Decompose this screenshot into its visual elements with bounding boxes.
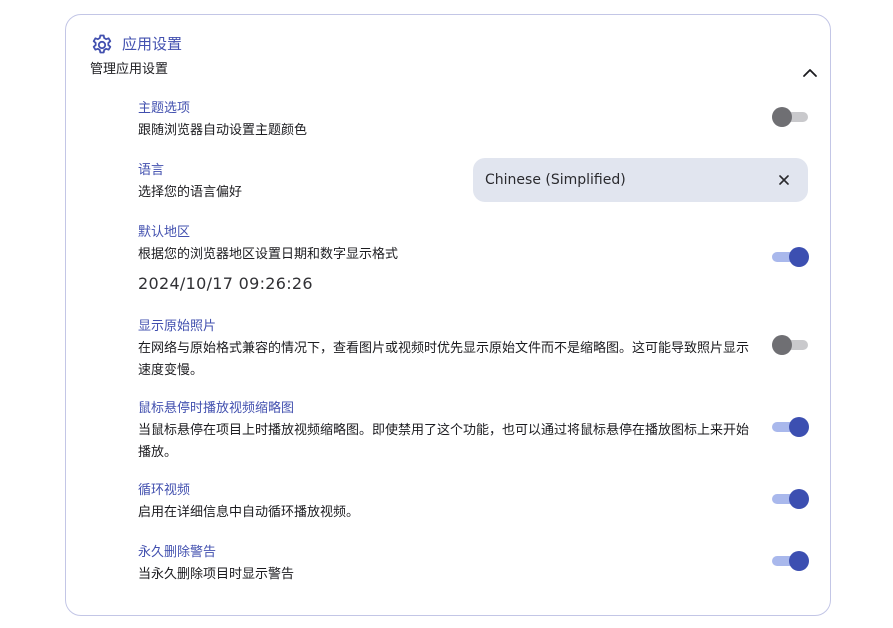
toggle-thumb [789, 551, 809, 571]
language-setting-title: 语言 [138, 163, 165, 178]
delete-warning-toggle[interactable] [772, 550, 809, 572]
locale-setting-title: 默认地区 [138, 225, 191, 240]
locale-date-example: 2024/10/17 09:26:26 [138, 274, 313, 293]
theme-setting-desc: 跟随浏览器自动设置主题颜色 [138, 123, 308, 138]
language-select[interactable]: Chinese (Simplified) [473, 158, 808, 202]
close-icon [779, 175, 789, 185]
hover-play-setting-desc: 当鼠标悬停在项目上时播放视频缩略图。即使禁用了这个功能，也可以通过将鼠标悬停在播… [138, 423, 750, 460]
locale-toggle[interactable] [772, 246, 809, 268]
toggle-thumb [789, 417, 809, 437]
theme-toggle[interactable] [772, 106, 808, 128]
app-settings-card: 应用设置 管理应用设置 主题选项 跟随浏览器自动设置主题颜色 语言 选择您的语言… [65, 14, 831, 616]
gear-icon [92, 34, 112, 54]
theme-setting-title: 主题选项 [138, 101, 191, 116]
chevron-up-icon [803, 69, 817, 77]
original-photos-setting-desc: 在网络与原始格式兼容的情况下，查看图片或视频时优先显示原始文件而不是缩略图。这可… [138, 341, 750, 378]
toggle-thumb [789, 489, 809, 509]
hover-play-setting-title: 鼠标悬停时播放视频缩略图 [138, 401, 295, 416]
toggle-thumb [789, 247, 809, 267]
toggle-thumb [772, 335, 792, 355]
original-photos-setting-title: 显示原始照片 [138, 319, 217, 334]
loop-video-setting-desc: 启用在详细信息中自动循环播放视频。 [138, 505, 360, 520]
loop-video-setting-title: 循环视频 [138, 483, 191, 498]
hover-play-toggle[interactable] [772, 416, 809, 438]
card-subtitle: 管理应用设置 [90, 62, 169, 77]
toggle-thumb [772, 107, 792, 127]
language-select-value: Chinese (Simplified) [485, 172, 626, 188]
collapse-button[interactable] [794, 61, 826, 85]
card-header[interactable]: 应用设置 管理应用设置 [90, 33, 817, 83]
loop-video-toggle[interactable] [772, 488, 809, 510]
original-photos-toggle[interactable] [772, 334, 808, 356]
delete-warning-setting-desc: 当永久删除项目时显示警告 [138, 567, 295, 582]
locale-setting-desc: 根据您的浏览器地区设置日期和数字显示格式 [138, 247, 399, 262]
language-clear-button[interactable] [774, 170, 794, 190]
card-title: 应用设置 [122, 35, 183, 53]
delete-warning-setting-title: 永久删除警告 [138, 545, 217, 560]
